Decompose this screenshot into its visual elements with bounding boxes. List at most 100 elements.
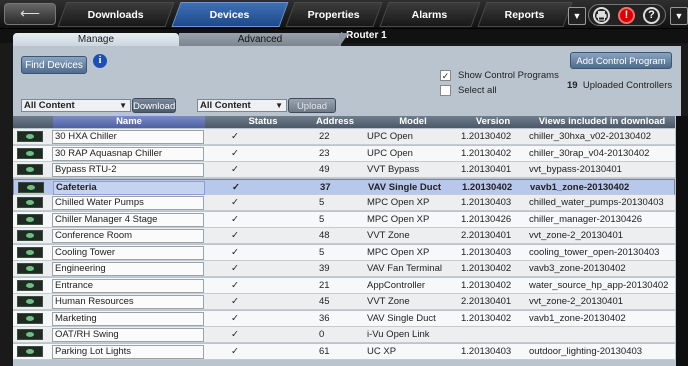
cell-address: 37 <box>320 181 331 193</box>
download-button[interactable]: Download <box>132 98 176 113</box>
device-name[interactable]: Bypass RTU-2 <box>52 163 204 177</box>
cell-model: VAV Single Duct <box>368 181 442 193</box>
tab-devices[interactable]: Devices <box>171 2 289 27</box>
cell-model: UC XP <box>367 345 397 357</box>
column-address[interactable]: Address <box>309 116 361 128</box>
table-row[interactable]: Cooling Tower ✓ 5 MPC Open XP 1.20130403 cool… <box>13 244 675 261</box>
tab-downloads[interactable]: Downloads <box>57 2 175 27</box>
cell-status: ✓ <box>231 263 239 274</box>
show-control-programs-checkbox[interactable]: ✓ <box>440 70 451 81</box>
device-name[interactable]: OAT/RH Swing <box>52 328 204 342</box>
help-icon[interactable]: ? <box>643 7 660 24</box>
device-name[interactable]: Cooling Tower <box>52 245 204 260</box>
cell-model: VAV Fan Terminal <box>367 263 442 274</box>
upload-filter-select[interactable]: All Content ▼ <box>197 99 287 112</box>
upload-button[interactable]: Upload <box>288 98 336 113</box>
tab-reports[interactable]: Reports <box>477 2 573 27</box>
cell-views: chiller_30hxa_v02-20130402 <box>529 131 652 142</box>
cell-version: 1.20130402 <box>461 147 512 159</box>
table-row[interactable]: Parking Lot Lights ✓ 61 UC XP 1.20130403 outd… <box>13 343 675 360</box>
download-filter-select[interactable]: All Content ▼ <box>21 99 131 112</box>
controller-icon <box>17 329 43 340</box>
tab-manage[interactable]: Manage <box>13 33 179 47</box>
controller-icon <box>17 197 43 208</box>
column-model[interactable]: Model <box>369 116 457 128</box>
cell-version: 1.20130401 <box>461 164 512 175</box>
find-devices-button[interactable]: Find Devices <box>21 56 87 74</box>
cell-status: ✓ <box>231 230 239 241</box>
table-header: Name Status Address Model Version Views … <box>13 116 675 128</box>
cell-address: 5 <box>319 197 325 208</box>
cell-views: vvt_zone-2_20130401 <box>529 296 624 307</box>
select-all-checkbox[interactable] <box>440 85 451 96</box>
controller-icon <box>17 279 43 291</box>
table-row[interactable]: 30 RAP Aquasnap Chiller ✓ 23 UPC Open 1.2013… <box>13 145 675 162</box>
column-name[interactable]: Name <box>53 116 205 128</box>
controller-icon <box>17 213 43 225</box>
controller-icon <box>17 263 43 274</box>
chevron-down-icon: ▼ <box>119 101 127 110</box>
table-row[interactable]: Bypass RTU-2 ✓ 49 VVT Bypass 1.20130401 vvt_b… <box>13 162 675 178</box>
cell-address: 23 <box>319 147 330 159</box>
controller-icon <box>17 246 43 258</box>
cell-address: 21 <box>319 279 330 291</box>
menu-dropdown-icon[interactable]: ▼ <box>670 7 688 25</box>
tab-alarms[interactable]: Alarms <box>379 2 481 27</box>
cell-address: 36 <box>319 312 330 324</box>
cell-views: chiller_manager-20130426 <box>529 213 643 225</box>
add-control-program-button[interactable]: Add Control Program <box>570 52 672 69</box>
controller-icon <box>17 230 43 241</box>
device-name[interactable]: 30 HXA Chiller <box>52 130 204 144</box>
device-name[interactable]: Conference Room <box>52 229 204 243</box>
table-row[interactable]: Chilled Water Pumps ✓ 5 MPC Open XP 1.201304… <box>13 195 675 211</box>
cell-model: i-Vu Open Link <box>367 329 430 340</box>
select-all-label: Select all <box>458 85 497 96</box>
table-row[interactable]: Chiller Manager 4 Stage ✓ 5 MPC Open XP 1.20… <box>13 211 675 228</box>
info-icon[interactable]: i <box>93 54 107 68</box>
controller-icon <box>17 164 43 175</box>
sub-tabs: Manage Advanced <box>13 33 681 47</box>
device-name[interactable]: Parking Lot Lights <box>52 344 204 359</box>
table-row[interactable]: Cafeteria ✓ 37 VAV Single Duct 1.20130402 vav… <box>13 178 675 195</box>
controller-icon <box>17 296 43 307</box>
tab-advanced[interactable]: Advanced <box>179 33 341 47</box>
cell-address: 5 <box>319 246 325 258</box>
column-version[interactable]: Version <box>461 116 525 128</box>
controller-icon <box>17 131 43 142</box>
cell-status: ✓ <box>231 197 239 208</box>
device-name[interactable]: 30 RAP Aquasnap Chiller <box>52 146 204 161</box>
table-row[interactable]: Engineering ✓ 39 VAV Fan Terminal 1.20130402… <box>13 261 675 277</box>
table-row[interactable]: Marketing ✓ 36 VAV Single Duct 1.20130402 vav… <box>13 310 675 327</box>
device-name[interactable]: Engineering <box>52 262 204 276</box>
device-name[interactable]: Marketing <box>52 311 204 326</box>
cell-model: MPC Open XP <box>367 246 430 258</box>
table-row[interactable]: 30 HXA Chiller ✓ 22 UPC Open 1.20130402 chill… <box>13 129 675 145</box>
cell-views: cooling_tower_open-20130403 <box>529 246 660 258</box>
scrollbar[interactable] <box>676 116 688 366</box>
uploaded-controllers-count: 19 Uploaded Controllers <box>567 80 673 91</box>
device-name[interactable]: Chilled Water Pumps <box>52 196 204 210</box>
cell-views: vvt_bypass-20130401 <box>529 164 622 175</box>
column-views[interactable]: Views included in download <box>529 116 675 128</box>
device-name[interactable]: Human Resources <box>52 295 204 309</box>
table-row[interactable]: Conference Room ✓ 48 VVT Zone 2.20130401 vvt_… <box>13 228 675 244</box>
chevron-down-icon: ▼ <box>275 101 283 110</box>
cell-version: 1.20130402 <box>461 279 512 291</box>
alarm-icon[interactable]: ! <box>618 7 635 24</box>
back-button[interactable]: ⟵ <box>4 3 56 25</box>
cell-status: ✓ <box>231 296 239 307</box>
print-icon[interactable] <box>593 7 610 24</box>
table-row[interactable]: Human Resources ✓ 45 VVT Zone 2.20130401 vvt_… <box>13 294 675 310</box>
reports-dropdown-icon[interactable]: ▼ <box>568 7 586 25</box>
cell-views: water_source_hp_app-20130402 <box>529 279 669 291</box>
cell-status: ✓ <box>231 164 239 175</box>
tab-divider <box>339 33 349 47</box>
device-name[interactable]: Cafeteria <box>53 180 205 195</box>
tab-properties[interactable]: Properties <box>285 2 383 27</box>
device-name[interactable]: Chiller Manager 4 Stage <box>52 212 204 227</box>
column-status[interactable]: Status <box>223 116 303 128</box>
cell-address: 45 <box>319 296 330 307</box>
device-name[interactable]: Entrance <box>52 278 204 293</box>
table-row[interactable]: Entrance ✓ 21 AppController 1.20130402 water_… <box>13 277 675 294</box>
table-row[interactable]: OAT/RH Swing ✓ 0 i-Vu Open Link <box>13 327 675 343</box>
